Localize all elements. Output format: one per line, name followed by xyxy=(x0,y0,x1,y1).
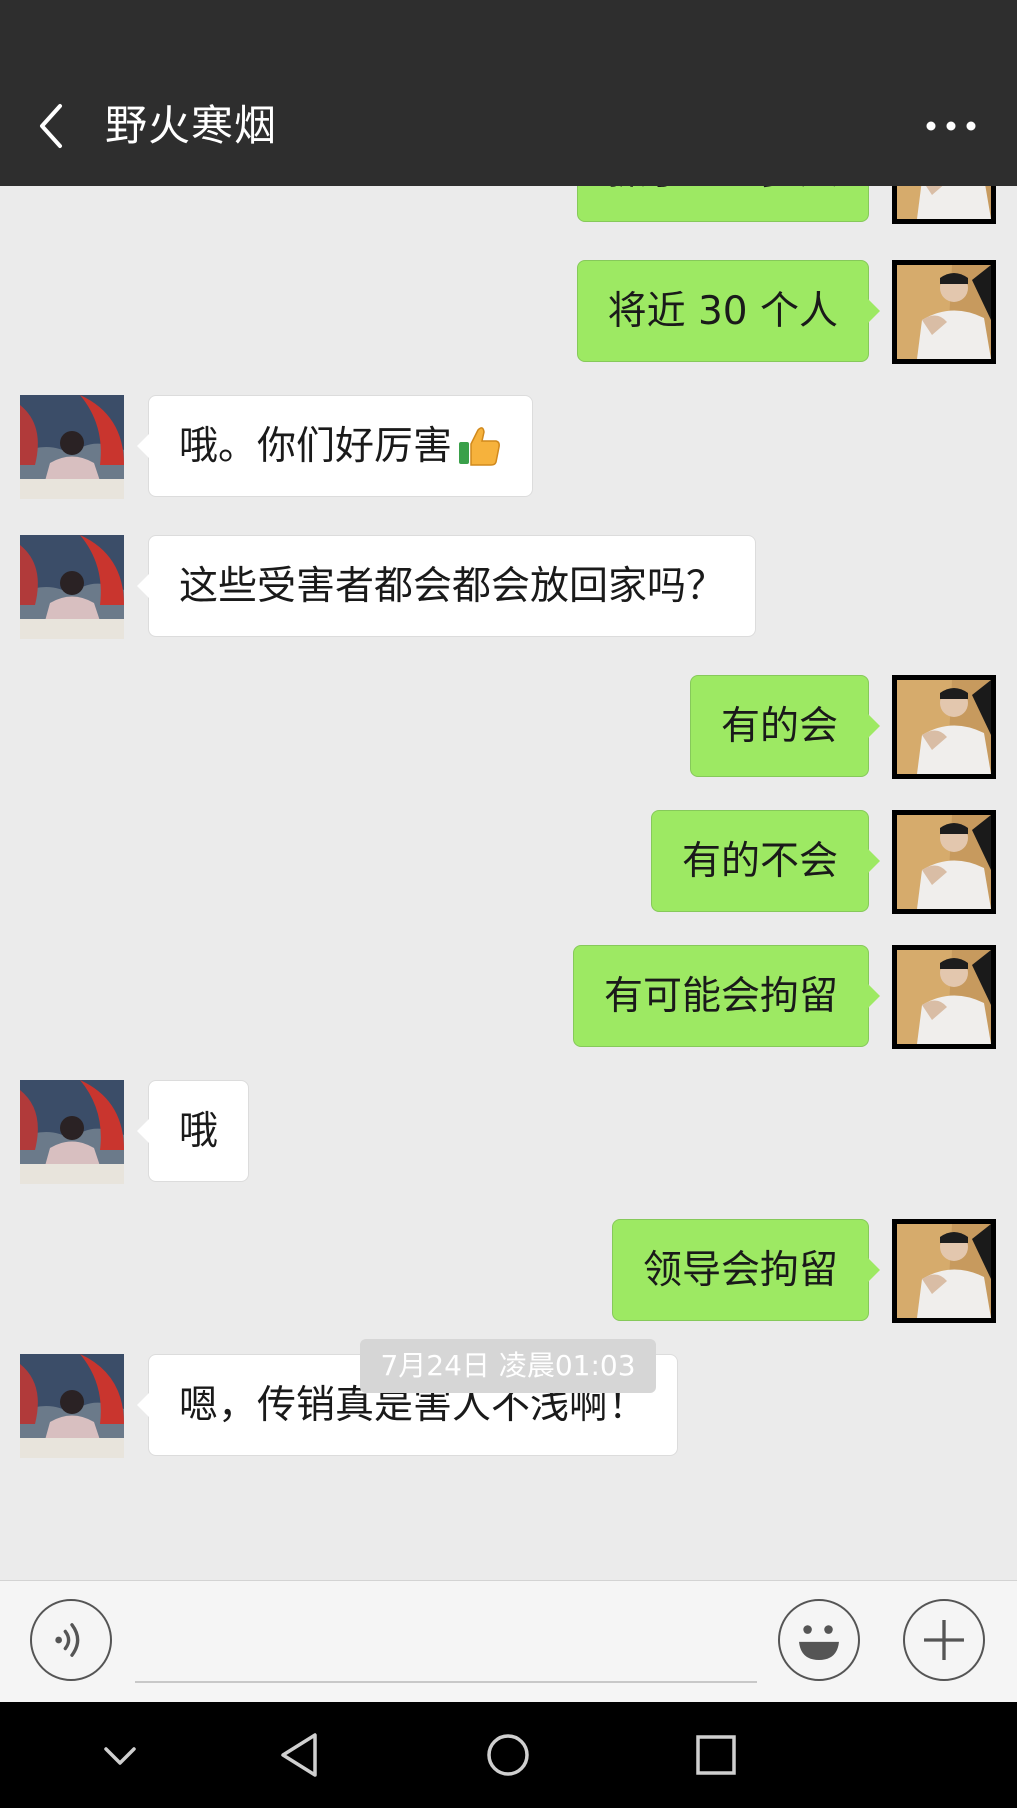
sent-message-bubble[interactable]: 有可能会拘留 xyxy=(572,945,881,1047)
message-row: 抓了 20 多人 xyxy=(0,186,1017,224)
received-message-bubble[interactable]: 哦 xyxy=(136,1080,250,1182)
system-navigation-bar xyxy=(0,1702,1017,1808)
message-row: 有可能会拘留 xyxy=(0,945,1017,1049)
my-avatar[interactable] xyxy=(892,260,996,364)
input-bar xyxy=(0,1580,1017,1703)
contact-avatar[interactable] xyxy=(20,1354,124,1458)
sent-message-bubble[interactable]: 有的不会 xyxy=(650,810,881,912)
sent-message-bubble[interactable]: 有的会 xyxy=(689,675,881,777)
my-avatar[interactable] xyxy=(892,675,996,779)
my-avatar[interactable] xyxy=(892,186,996,224)
emoji-icon[interactable] xyxy=(778,1599,860,1681)
sent-message-bubble[interactable]: 抓了 20 多人 xyxy=(576,186,869,222)
my-avatar[interactable] xyxy=(892,945,996,1049)
message-input[interactable] xyxy=(135,1601,757,1683)
message-timestamp: 7月24日 凌晨01:03 xyxy=(360,1339,656,1393)
voice-icon[interactable] xyxy=(30,1599,112,1681)
chevron-down-icon[interactable] xyxy=(92,1727,148,1783)
contact-avatar[interactable] xyxy=(20,1080,124,1184)
my-avatar[interactable] xyxy=(892,810,996,914)
plus-icon[interactable] xyxy=(903,1599,985,1681)
back-chevron-icon[interactable] xyxy=(30,96,74,156)
circle-home-icon[interactable] xyxy=(480,1727,536,1783)
sent-message-bubble[interactable]: 领导会拘留 xyxy=(611,1219,881,1321)
message-row: 有的会 xyxy=(0,675,1017,779)
chat-title: 野火寒烟 xyxy=(105,101,278,150)
received-message-bubble[interactable]: 哦。你们好厉害 xyxy=(136,395,534,497)
status-bar xyxy=(0,0,1017,66)
chat-header: 野火寒烟 xyxy=(0,66,1017,186)
thumbs-up-icon xyxy=(459,426,500,466)
contact-avatar[interactable] xyxy=(20,535,124,639)
sent-message-bubble[interactable]: 将近 30 个人 xyxy=(576,260,881,362)
triangle-back-icon[interactable] xyxy=(273,1727,329,1783)
message-row: 将近 30 个人 xyxy=(0,260,1017,364)
square-recent-icon[interactable] xyxy=(688,1727,744,1783)
contact-avatar[interactable] xyxy=(20,395,124,499)
message-row: 有的不会 xyxy=(0,810,1017,914)
message-text: 哦。你们好厉害 xyxy=(179,424,453,469)
message-row: 哦 xyxy=(0,1080,1017,1184)
my-avatar[interactable] xyxy=(892,1219,996,1323)
more-dots-icon[interactable] xyxy=(921,112,981,140)
message-row: 这些受害者都会都会放回家吗？ xyxy=(0,535,1017,639)
received-message-bubble[interactable]: 这些受害者都会都会放回家吗？ xyxy=(136,535,757,637)
message-row: 哦。你们好厉害 xyxy=(0,395,1017,499)
message-row: 领导会拘留 xyxy=(0,1219,1017,1323)
